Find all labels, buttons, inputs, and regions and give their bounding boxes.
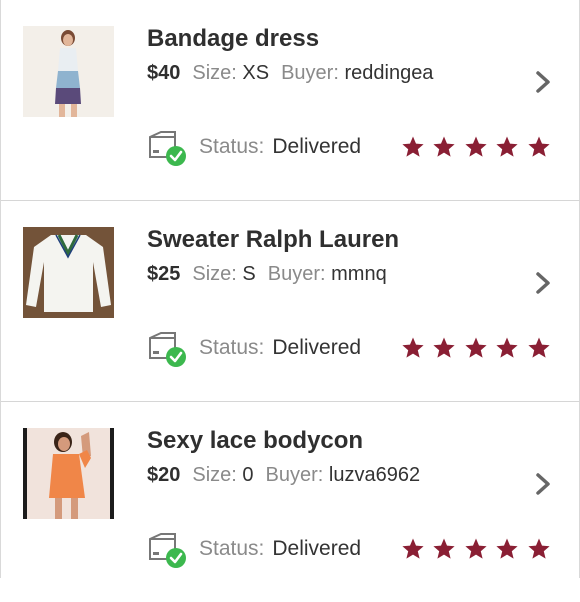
chevron-right-icon[interactable]	[535, 271, 551, 295]
status-text: Status: Delivered	[199, 537, 361, 561]
size-value: S	[242, 263, 256, 285]
status-text: Status: Delivered	[199, 135, 361, 159]
size-label: Size:	[192, 464, 237, 486]
item-meta: $20 Size: 0 Buyer: luzva6962	[147, 464, 420, 487]
item-meta: $25 Size: S Buyer: mmnq	[147, 263, 387, 286]
star-icon	[528, 337, 550, 358]
status-label: Status:	[199, 336, 265, 359]
package-delivered-icon	[149, 131, 186, 166]
order-row[interactable]: Bandage dress $40 Size: XS Buyer: reddinge…	[1, 0, 580, 200]
product-thumbnail[interactable]	[23, 428, 114, 519]
status-value: Delivered	[272, 537, 362, 560]
star-icon	[402, 337, 424, 358]
rating-stars	[401, 537, 554, 563]
buyer-label: Buyer:	[281, 62, 339, 84]
chevron-right-icon[interactable]	[535, 70, 551, 94]
star-icon	[433, 136, 456, 157]
item-title: Bandage dress	[147, 25, 320, 52]
rating-stars	[401, 135, 554, 161]
star-icon	[402, 136, 424, 157]
item-title: Sweater Ralph Lauren	[147, 226, 400, 253]
product-thumbnail[interactable]	[23, 26, 114, 117]
size-label: Size:	[192, 62, 237, 84]
status-text: Status: Delivered	[199, 336, 361, 360]
buyer-value: reddingea	[344, 62, 434, 84]
orders-list: Bandage dress $40 Size: XS Buyer: reddinge…	[0, 0, 580, 578]
size-value: 0	[242, 464, 254, 486]
buyer-label: Buyer:	[265, 464, 324, 486]
status-value: Delivered	[272, 135, 362, 158]
star-icon	[433, 337, 456, 358]
star-icon	[465, 136, 487, 157]
order-row[interactable]: Sexy lace bodycon $20 Size: 0 Buyer: luzva…	[1, 402, 580, 602]
rating-stars	[401, 336, 554, 362]
item-price: $40	[147, 62, 181, 84]
item-price: $25	[147, 263, 181, 285]
size-value: XS	[242, 62, 270, 84]
order-row[interactable]: Sweater Ralph Lauren $25 Size: S Buyer: mm…	[1, 201, 580, 401]
package-delivered-icon	[149, 533, 186, 568]
star-icon	[496, 136, 518, 157]
status-label: Status:	[199, 537, 265, 560]
item-meta: $40 Size: XS Buyer: reddingea	[147, 62, 433, 85]
star-icon	[433, 538, 456, 559]
buyer-value: luzva6962	[328, 464, 421, 486]
star-icon	[465, 337, 487, 358]
status-value: Delivered	[272, 336, 362, 359]
chevron-right-icon[interactable]	[535, 472, 551, 496]
product-thumbnail[interactable]	[23, 227, 114, 318]
item-price: $20	[147, 464, 181, 486]
package-delivered-icon	[149, 332, 186, 367]
status-label: Status:	[199, 135, 265, 158]
star-icon	[528, 538, 550, 559]
star-icon	[496, 337, 518, 358]
star-icon	[402, 538, 424, 559]
buyer-value: mmnq	[331, 263, 387, 285]
star-icon	[496, 538, 518, 559]
star-icon	[465, 538, 487, 559]
star-icon	[528, 136, 550, 157]
size-label: Size:	[192, 263, 237, 285]
buyer-label: Buyer:	[267, 263, 326, 285]
item-title: Sexy lace bodycon	[147, 427, 364, 454]
